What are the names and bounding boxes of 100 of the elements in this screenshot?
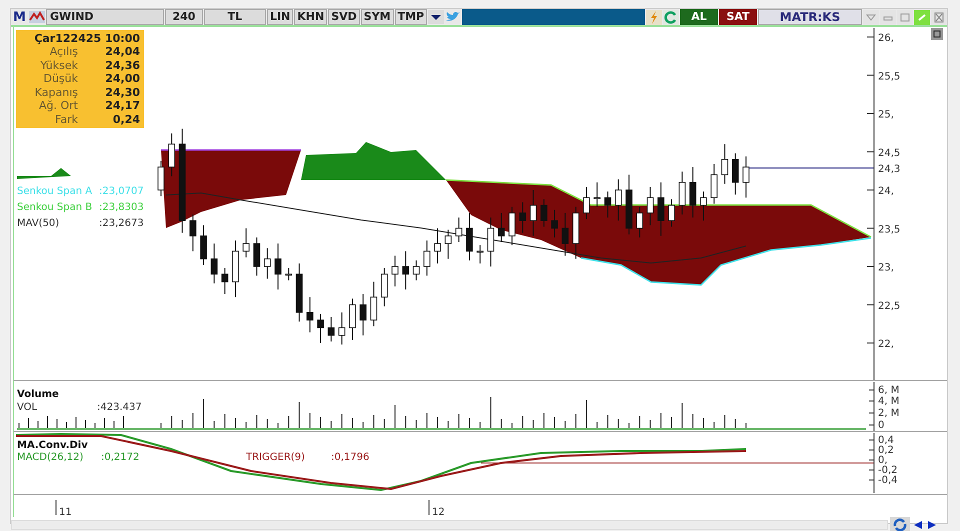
right-arrow-icon[interactable] xyxy=(926,520,938,530)
candle xyxy=(551,209,558,238)
candle xyxy=(508,206,516,246)
time-label: 12 xyxy=(432,507,445,517)
candle xyxy=(678,171,686,215)
candle xyxy=(306,296,314,333)
legend-label: TRIGGER(9) xyxy=(246,452,305,463)
axis-label: 22, xyxy=(878,339,894,350)
brand-button[interactable]: MATR:KS xyxy=(758,9,862,25)
candle xyxy=(424,240,430,276)
axis-label: 23,5 xyxy=(878,224,900,236)
candle xyxy=(658,182,664,236)
candle xyxy=(434,228,441,264)
axis-label: -0,2 xyxy=(878,465,898,476)
candle xyxy=(455,217,462,243)
legend-value: :0,2172 xyxy=(101,452,140,463)
sell-button[interactable]: SAT xyxy=(719,9,757,25)
candle xyxy=(242,228,250,258)
candle xyxy=(689,166,696,218)
candle xyxy=(732,152,739,196)
date-time: Çar122425 10:00 xyxy=(33,32,140,45)
legend-label: Senkou Span A xyxy=(17,186,92,197)
candle xyxy=(487,217,494,267)
info-value: 24,04 xyxy=(105,45,140,58)
info-value: 24,00 xyxy=(105,72,140,86)
candle xyxy=(646,186,654,226)
info-value: 24,30 xyxy=(105,86,140,99)
sync-icon[interactable] xyxy=(890,517,910,531)
candle xyxy=(190,214,196,252)
period-button[interactable]: 240 xyxy=(164,9,203,25)
candle xyxy=(721,144,728,184)
axis-label: 4, M xyxy=(878,396,900,407)
toolbar-button[interactable]: SVD xyxy=(328,9,360,25)
candle xyxy=(264,248,271,280)
candle xyxy=(583,186,590,220)
toolbar-button[interactable]: TMP xyxy=(394,9,428,25)
left-arrow-icon[interactable] xyxy=(912,520,924,530)
info-label: Düşük xyxy=(42,72,78,86)
legend-label: Senkou Span B xyxy=(17,202,92,213)
candle xyxy=(200,224,207,266)
legend-label: MAV(50) xyxy=(17,218,60,229)
axis-label: 6, M xyxy=(878,385,900,396)
candle xyxy=(604,191,612,218)
legend-value: :423.437 xyxy=(97,402,142,413)
lightning-icon[interactable] xyxy=(646,10,662,24)
candle xyxy=(402,250,410,290)
axis-label: 25,5 xyxy=(878,71,900,82)
time-label: 11 xyxy=(59,507,72,517)
panel-toggle-icon[interactable] xyxy=(931,28,943,40)
axis-label: 0,2 xyxy=(878,445,894,456)
buy-button[interactable]: AL xyxy=(680,9,718,25)
legend-value: :23,2673 xyxy=(99,218,144,229)
axis-label: -0,4 xyxy=(878,475,898,486)
candle xyxy=(349,298,356,340)
axis-label: 24,5 xyxy=(878,148,900,159)
candle xyxy=(221,268,228,295)
toolbar-button[interactable]: SYM xyxy=(360,9,394,25)
candle xyxy=(328,316,335,342)
candle xyxy=(338,312,346,346)
candle xyxy=(296,262,303,322)
info-label: Yüksek xyxy=(39,58,78,72)
legend-label: VOL xyxy=(17,402,38,413)
info-label: Fark xyxy=(54,112,78,126)
info-value: 24,17 xyxy=(105,99,140,112)
candle xyxy=(540,198,548,228)
legend-value: :23,0707 xyxy=(99,186,144,197)
axis-label: 26, xyxy=(878,33,894,44)
dropdown-icon[interactable] xyxy=(428,10,444,24)
cloud-area xyxy=(17,168,71,179)
info-label: Açılış xyxy=(48,45,78,58)
toolbar-button[interactable]: LIN xyxy=(266,9,294,25)
candle xyxy=(317,313,324,344)
candle xyxy=(370,281,378,327)
candle xyxy=(562,212,569,256)
axis-label: 22,5 xyxy=(878,300,900,312)
candle xyxy=(530,190,537,236)
panel-title: Volume xyxy=(17,389,59,400)
logo-letter: M xyxy=(12,10,27,24)
candle xyxy=(158,160,164,197)
candle xyxy=(274,243,282,290)
chart-type-icon[interactable] xyxy=(28,11,45,23)
refresh-icon[interactable] xyxy=(663,10,679,24)
candle xyxy=(626,174,632,235)
candle xyxy=(232,240,239,298)
info-value: 24,36 xyxy=(105,58,140,72)
symbol-field[interactable]: GWIND xyxy=(46,9,164,25)
info-label: Kapanış xyxy=(34,86,78,99)
candle xyxy=(360,294,366,336)
axis-label: 23, xyxy=(878,262,894,274)
candle xyxy=(380,268,388,307)
currency-button[interactable]: TL xyxy=(204,9,266,25)
legend-value: :23,8303 xyxy=(99,202,144,213)
toolbar-button[interactable]: KHN xyxy=(294,9,328,25)
candle xyxy=(519,202,526,234)
candle xyxy=(210,243,218,284)
candle xyxy=(466,212,473,261)
axis-label: 2, M xyxy=(878,408,900,419)
candle xyxy=(710,164,718,204)
legend-value: :0,1796 xyxy=(331,452,370,463)
horizontal-scrollbar[interactable] xyxy=(11,520,888,530)
